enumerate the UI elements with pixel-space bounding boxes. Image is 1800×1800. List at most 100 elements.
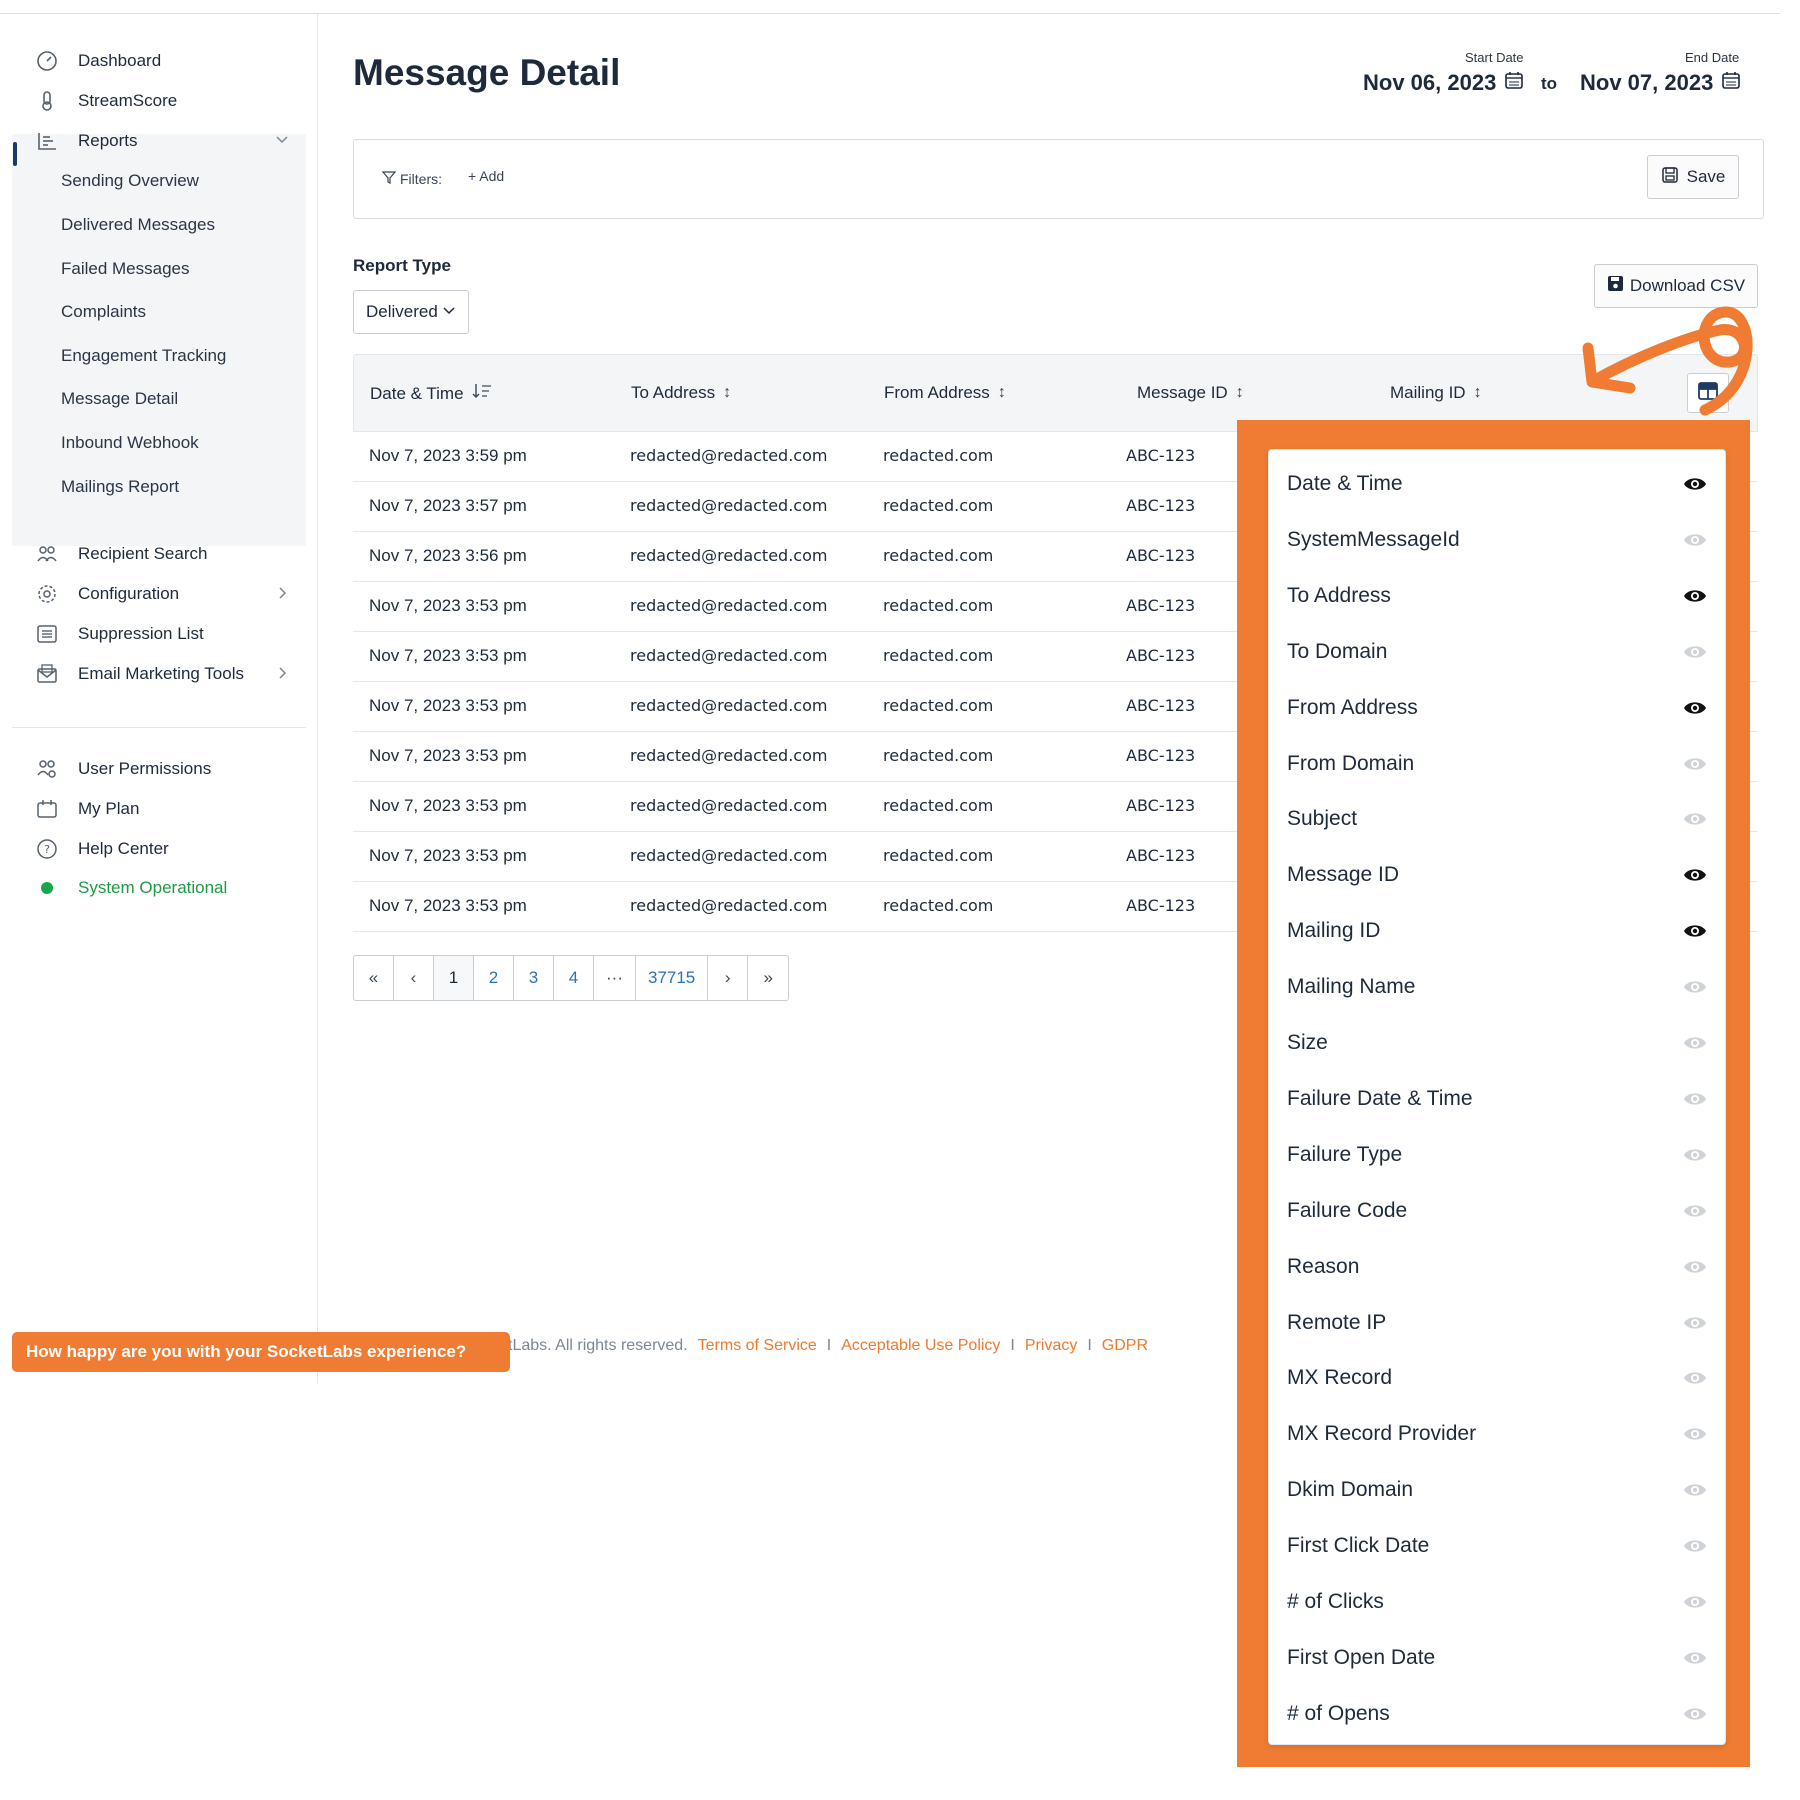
column-option[interactable]: Failure Date & Time [1287, 1071, 1707, 1127]
report-type-select[interactable]: Delivered [353, 290, 469, 334]
sidebar-item-recipient-search[interactable]: Recipient Search [36, 539, 301, 569]
sidebar-item-streamscore[interactable]: StreamScore [36, 86, 301, 116]
eye-hidden-icon[interactable] [1683, 531, 1707, 549]
column-option[interactable]: Dkim Domain [1287, 1462, 1707, 1518]
column-option-label: Mailing ID [1287, 919, 1381, 943]
page-button-4[interactable]: 4 [554, 956, 594, 1000]
eye-hidden-icon[interactable] [1683, 1202, 1707, 1220]
column-option[interactable]: Remote IP [1287, 1295, 1707, 1351]
cell-message-id: ABC-123 [1126, 496, 1196, 515]
end-date-label: End Date [1685, 50, 1740, 65]
column-option[interactable]: Message ID [1287, 847, 1707, 903]
column-option[interactable]: Failure Type [1287, 1127, 1707, 1183]
cell-to-address: redacted@redacted.com [630, 596, 828, 615]
column-option[interactable]: Mailing Name [1287, 959, 1707, 1015]
eye-hidden-icon[interactable] [1683, 755, 1707, 773]
column-option[interactable]: # of Opens [1287, 1686, 1707, 1742]
eye-hidden-icon[interactable] [1683, 643, 1707, 661]
terms-link[interactable]: Terms of Service [698, 1337, 817, 1355]
feedback-button[interactable]: How happy are you with your SocketLabs e… [12, 1332, 510, 1372]
acceptable-use-link[interactable]: Acceptable Use Policy [841, 1337, 1000, 1355]
sidebar-item-configuration[interactable]: Configuration [36, 579, 301, 609]
first-page-button[interactable]: « [354, 956, 394, 1000]
sidebar-item-reports[interactable]: Reports [36, 126, 301, 156]
save-button[interactable]: Save [1647, 155, 1739, 199]
sidebar-item-dashboard[interactable]: Dashboard [36, 46, 301, 76]
date-range-separator: to [1541, 74, 1558, 93]
column-option-label: First Open Date [1287, 1645, 1436, 1669]
sidebar-subitem-engagement-tracking[interactable]: Engagement Tracking [61, 343, 226, 369]
eye-hidden-icon[interactable] [1683, 1425, 1707, 1443]
sidebar-item-user-permissions[interactable]: User Permissions [36, 754, 301, 784]
sidebar-subitem-sending-overview[interactable]: Sending Overview [61, 168, 199, 194]
sidebar-subitem-complaints[interactable]: Complaints [61, 299, 146, 325]
eye-icon[interactable] [1683, 587, 1707, 605]
column-option[interactable]: To Address [1287, 568, 1707, 624]
end-date-picker[interactable]: Nov 07, 2023 [1580, 70, 1741, 96]
eye-hidden-icon[interactable] [1683, 1034, 1707, 1052]
column-option-label: Remote IP [1287, 1310, 1387, 1334]
next-page-button[interactable]: › [708, 956, 749, 1000]
cell-date-time: Nov 7, 2023 3:53 pm [369, 746, 527, 765]
column-option[interactable]: SystemMessageId [1287, 512, 1707, 568]
cell-date-time: Nov 7, 2023 3:53 pm [369, 596, 527, 615]
column-option[interactable]: Date & Time [1287, 456, 1707, 512]
column-header-to-address[interactable]: To Address ↕ [631, 383, 731, 403]
prev-page-button[interactable]: ‹ [394, 956, 434, 1000]
sidebar-item-suppression-list[interactable]: Suppression List [36, 619, 301, 649]
privacy-link[interactable]: Privacy [1025, 1337, 1077, 1355]
page-button-2[interactable]: 2 [474, 956, 514, 1000]
sidebar-item-label: Recipient Search [78, 544, 208, 563]
column-header-date-time[interactable]: Date & Time [370, 383, 492, 404]
eye-hidden-icon[interactable] [1683, 1705, 1707, 1723]
sidebar-subitem-mailings-report[interactable]: Mailings Report [61, 474, 179, 500]
column-option[interactable]: Subject [1287, 791, 1707, 847]
column-option[interactable]: MX Record Provider [1287, 1406, 1707, 1462]
column-option[interactable]: MX Record [1287, 1350, 1707, 1406]
add-filter-button[interactable]: + Add [468, 168, 504, 184]
page-button-3[interactable]: 3 [514, 956, 554, 1000]
page-button-1[interactable]: 1 [434, 956, 474, 1000]
eye-hidden-icon[interactable] [1683, 978, 1707, 996]
column-option[interactable]: From Address [1287, 680, 1707, 736]
column-option-label: From Domain [1287, 751, 1415, 775]
eye-icon[interactable] [1683, 475, 1707, 493]
column-header-message-id[interactable]: Message ID ↕ [1137, 383, 1244, 403]
column-option[interactable]: Reason [1287, 1239, 1707, 1295]
sidebar-subitem-message-detail[interactable]: Message Detail [61, 386, 178, 412]
last-page-number-button[interactable]: 37715 [636, 956, 709, 1000]
sidebar-subitem-inbound-webhook[interactable]: Inbound Webhook [61, 430, 199, 456]
eye-icon[interactable] [1683, 699, 1707, 717]
column-option[interactable]: From Domain [1287, 736, 1707, 792]
eye-hidden-icon[interactable] [1683, 1258, 1707, 1276]
column-option[interactable]: First Click Date [1287, 1518, 1707, 1574]
eye-icon[interactable] [1683, 866, 1707, 884]
column-option[interactable]: First Open Date [1287, 1630, 1707, 1686]
eye-hidden-icon[interactable] [1683, 1090, 1707, 1108]
column-option[interactable]: Failure Code [1287, 1183, 1707, 1239]
eye-icon[interactable] [1683, 922, 1707, 940]
eye-hidden-icon[interactable] [1683, 1481, 1707, 1499]
eye-hidden-icon[interactable] [1683, 1146, 1707, 1164]
eye-hidden-icon[interactable] [1683, 1369, 1707, 1387]
column-option[interactable]: # of Clicks [1287, 1574, 1707, 1630]
sidebar-item-my-plan[interactable]: My Plan [36, 794, 301, 824]
column-option[interactable]: Size [1287, 1015, 1707, 1071]
eye-hidden-icon[interactable] [1683, 1593, 1707, 1611]
sidebar-item-system-status[interactable]: System Operational [36, 873, 301, 903]
start-date-picker[interactable]: Nov 06, 2023 [1363, 70, 1524, 96]
sidebar-item-help-center[interactable]: ? Help Center [36, 834, 301, 864]
column-header-from-address[interactable]: From Address ↕ [884, 383, 1006, 403]
sidebar-subitem-failed-messages[interactable]: Failed Messages [61, 256, 190, 282]
column-option[interactable]: To Domain [1287, 624, 1707, 680]
sidebar-item-email-marketing-tools[interactable]: Email Marketing Tools [36, 659, 301, 689]
eye-hidden-icon[interactable] [1683, 1537, 1707, 1555]
gdpr-link[interactable]: GDPR [1102, 1337, 1148, 1355]
last-page-button[interactable]: » [748, 956, 788, 1000]
sidebar-subitem-delivered-messages[interactable]: Delivered Messages [61, 212, 215, 238]
eye-hidden-icon[interactable] [1683, 1649, 1707, 1667]
column-header-mailing-id[interactable]: Mailing ID ↕ [1390, 383, 1482, 403]
column-option[interactable]: Mailing ID [1287, 903, 1707, 959]
eye-hidden-icon[interactable] [1683, 1314, 1707, 1332]
eye-hidden-icon[interactable] [1683, 810, 1707, 828]
